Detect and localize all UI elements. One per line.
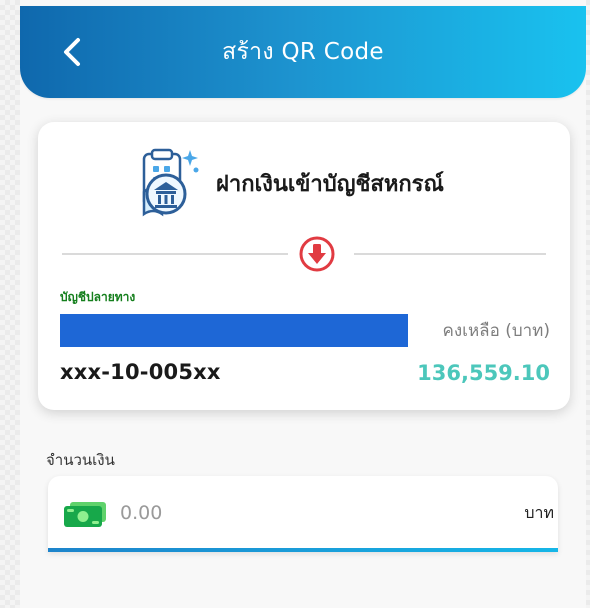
bank-document-icon [134, 144, 208, 224]
amount-field-underline [48, 548, 558, 552]
amount-field[interactable]: บาท [48, 476, 558, 552]
divider-right [354, 253, 546, 255]
amount-label: จำนวนเงิน [46, 451, 115, 469]
money-icon [62, 499, 112, 529]
amount-input[interactable] [120, 496, 440, 530]
deposit-service-title: ฝากเงินเข้าบัญชีสหกรณ์ [216, 172, 444, 197]
destination-account-card: ฝากเงินเข้าบัญชีสหกรณ์ บัญชีปลายทาง คงเห… [38, 122, 570, 410]
page-title: สร้าง QR Code [222, 39, 384, 65]
redacted-account-name [60, 314, 408, 347]
account-number: xxx-10-005xx [60, 360, 221, 384]
balance-label: คงเหลือ (บาท) [442, 321, 550, 341]
deposit-service-heading: ฝากเงินเข้าบัญชีสหกรณ์ [134, 144, 514, 224]
down-arrow-circle-icon [298, 235, 336, 273]
balance-amount: 136,559.10 [417, 361, 550, 385]
back-button[interactable] [54, 32, 94, 72]
divider-left [62, 253, 288, 255]
currency-label: บาท [524, 503, 554, 522]
mobile-screen: สร้าง QR Code ฝากเงินเข้าบัญชีสหกรณ์ บัญ… [20, 0, 586, 608]
destination-account-label: บัญชีปลายทาง [60, 290, 136, 304]
top-app-bar: สร้าง QR Code [20, 6, 586, 98]
chevron-left-icon [54, 32, 94, 72]
